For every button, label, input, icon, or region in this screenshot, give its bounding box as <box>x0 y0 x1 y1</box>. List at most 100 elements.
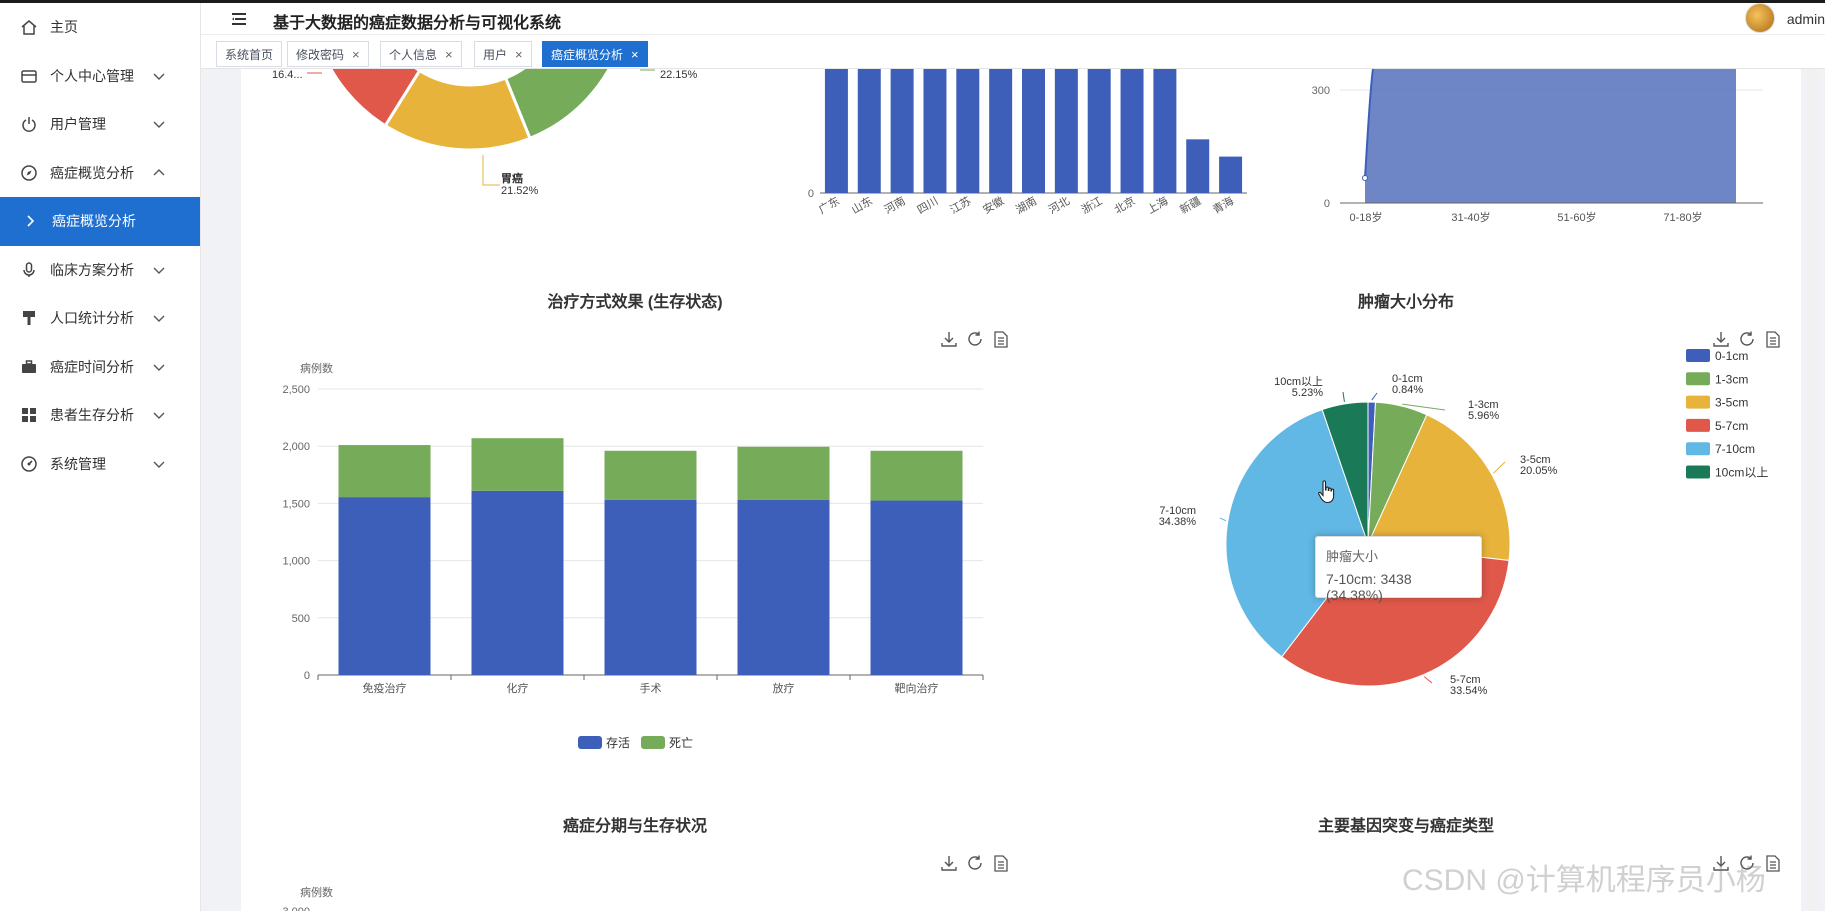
chart-title-stage: 癌症分期与生存状况 <box>562 818 708 835</box>
x-tick-label: 湖南 <box>1013 194 1039 216</box>
partial-donut-chart: 16.4... 22.15% 胃癌21.52% <box>272 69 698 197</box>
y-tick-label: 300 <box>796 48 814 60</box>
x-tick-label: 51-60岁 <box>1557 210 1596 224</box>
chart-title-gene: 主要基因突变与癌症类型 <box>1317 818 1495 835</box>
pie-label-pct: 5.96% <box>1468 410 1499 422</box>
bar-segment <box>338 445 431 498</box>
data-view-icon[interactable] <box>1766 331 1780 348</box>
x-tick-label: 北京 <box>1111 193 1137 216</box>
legend-swatch <box>578 736 602 749</box>
download-icon[interactable] <box>941 856 957 871</box>
province-bar-chart: 0300600广东山东河南四川江苏安徽湖南河北浙江北京上海新疆青海 <box>796 48 1247 217</box>
area-point <box>1362 175 1368 181</box>
bar <box>956 69 980 194</box>
chart-title-treatment: 治疗方式效果 (生存状态) <box>547 294 723 311</box>
x-tick-label: 山东 <box>849 194 875 216</box>
bar <box>1153 69 1177 194</box>
download-icon[interactable] <box>941 332 957 347</box>
donut-label: 胃癌 <box>501 171 523 185</box>
bar <box>1087 69 1111 194</box>
x-tick-label: 广东 <box>816 194 842 216</box>
y-tick-label: 300 <box>1312 85 1330 97</box>
bar-segment <box>737 499 830 675</box>
x-tick-label: 上海 <box>1144 193 1170 216</box>
charts-layer: 16.4... 22.15% 胃癌21.52% 0300600广东山东河南四川江苏安徽… <box>272 48 1780 911</box>
x-tick-label: 浙江 <box>1079 194 1105 216</box>
x-tick-label: 手术 <box>640 681 662 695</box>
bar-segment <box>870 500 963 675</box>
bar-segment <box>604 450 697 500</box>
pie-leader <box>1342 391 1345 403</box>
legend-label: 5-7cm <box>1715 419 1748 433</box>
x-tick-label: 青海 <box>1210 193 1236 216</box>
pie-leader <box>1423 676 1433 684</box>
legend-swatch <box>1686 442 1710 456</box>
legend-swatch <box>1686 395 1710 409</box>
pie-tooltip: 肿瘤大小 7-10cm: 3438 (34.38%) <box>1315 536 1482 603</box>
pie-leader <box>1493 461 1506 474</box>
donut-leader <box>482 155 500 186</box>
age-area-chart: 03006000-18岁31-40岁51-60岁71-80岁 <box>1312 69 1763 224</box>
x-tick-label: 71-80岁 <box>1663 210 1702 224</box>
y-axis-label: 病例数 <box>300 361 333 375</box>
toolbox-treatment[interactable] <box>941 331 1008 348</box>
charts-group: 16.4... 22.15% 胃癌21.52% 0300600广东山东河南四川江苏安徽… <box>272 48 1780 911</box>
pie-label-pct: 5.23% <box>1292 387 1323 399</box>
y-tick-label: 0 <box>1324 198 1330 210</box>
y-tick-label: 1,000 <box>282 556 310 568</box>
pie-leader <box>1219 517 1227 522</box>
toolbox-tumor-size[interactable] <box>1713 331 1780 348</box>
legend-swatch <box>1686 418 1710 432</box>
bar-segment <box>471 490 564 675</box>
refresh-icon[interactable] <box>968 331 982 346</box>
bar <box>824 69 848 194</box>
legend-swatch <box>1686 349 1710 362</box>
y-tick-label: 500 <box>292 613 310 625</box>
pie-leader <box>1371 392 1378 401</box>
bar <box>1054 69 1078 193</box>
y-tick-label: 3,000 <box>282 906 310 911</box>
legend-label: 3-5cm <box>1715 396 1748 410</box>
bar <box>1219 156 1243 193</box>
legend-swatch <box>641 736 665 749</box>
refresh-icon[interactable] <box>1740 331 1754 346</box>
bar <box>890 69 914 194</box>
legend-label: 存活 <box>606 736 630 750</box>
pie-label-pct: 33.54% <box>1450 685 1488 697</box>
donut-label: 21.52% <box>501 185 539 197</box>
bar-segment <box>338 497 431 675</box>
bar <box>857 69 881 194</box>
x-tick-label: 新疆 <box>1177 193 1203 216</box>
bar-segment <box>604 499 697 675</box>
legend-label: 死亡 <box>669 736 693 750</box>
refresh-icon[interactable] <box>968 855 982 870</box>
stage-bar-chart-partial: 病例数 3,000 <box>282 885 333 911</box>
y-tick-label: 1,500 <box>282 498 310 510</box>
x-tick-label: 安徽 <box>980 193 1006 216</box>
tooltip-value: 7-10cm: 3438 (34.38%) <box>1326 571 1412 603</box>
y-axis-label: 病例数 <box>300 885 333 899</box>
donut-label: 16.4... <box>272 69 303 81</box>
legend-swatch <box>1686 465 1710 479</box>
treatment-stacked-bar-chart: 病例数 0 500 1,000 1,500 2,000 2,500 免疫治疗 化疗 手术 放疗 靶向治… <box>282 361 984 750</box>
data-view-icon[interactable] <box>994 855 1008 872</box>
tumor-size-pie-chart: 0-1cm 0.84% 1-3cm 5.96% 3-5cm 20.05% 5-7cm 33.5… <box>1159 349 1768 697</box>
y-tick-label: 2,000 <box>282 441 310 453</box>
x-tick-label: 江苏 <box>948 194 974 216</box>
hand-cursor-icon <box>1318 480 1335 504</box>
toolbox-stage[interactable] <box>941 855 1008 872</box>
legend-label: 0-1cm <box>1715 349 1748 363</box>
bar-segment <box>870 450 963 501</box>
bar-segment <box>737 446 830 500</box>
data-view-icon[interactable] <box>1766 855 1780 872</box>
x-tick-label: 河南 <box>882 194 908 216</box>
x-tick-label: 河北 <box>1046 194 1072 216</box>
data-view-icon[interactable] <box>994 331 1008 348</box>
download-icon[interactable] <box>1713 332 1729 347</box>
bar <box>923 69 947 194</box>
bar <box>989 69 1013 193</box>
pie-label-pct: 0.84% <box>1392 384 1423 396</box>
donut-label: 22.15% <box>660 69 698 81</box>
x-tick-label: 化疗 <box>507 681 529 695</box>
x-tick-label: 免疫治疗 <box>363 681 407 695</box>
